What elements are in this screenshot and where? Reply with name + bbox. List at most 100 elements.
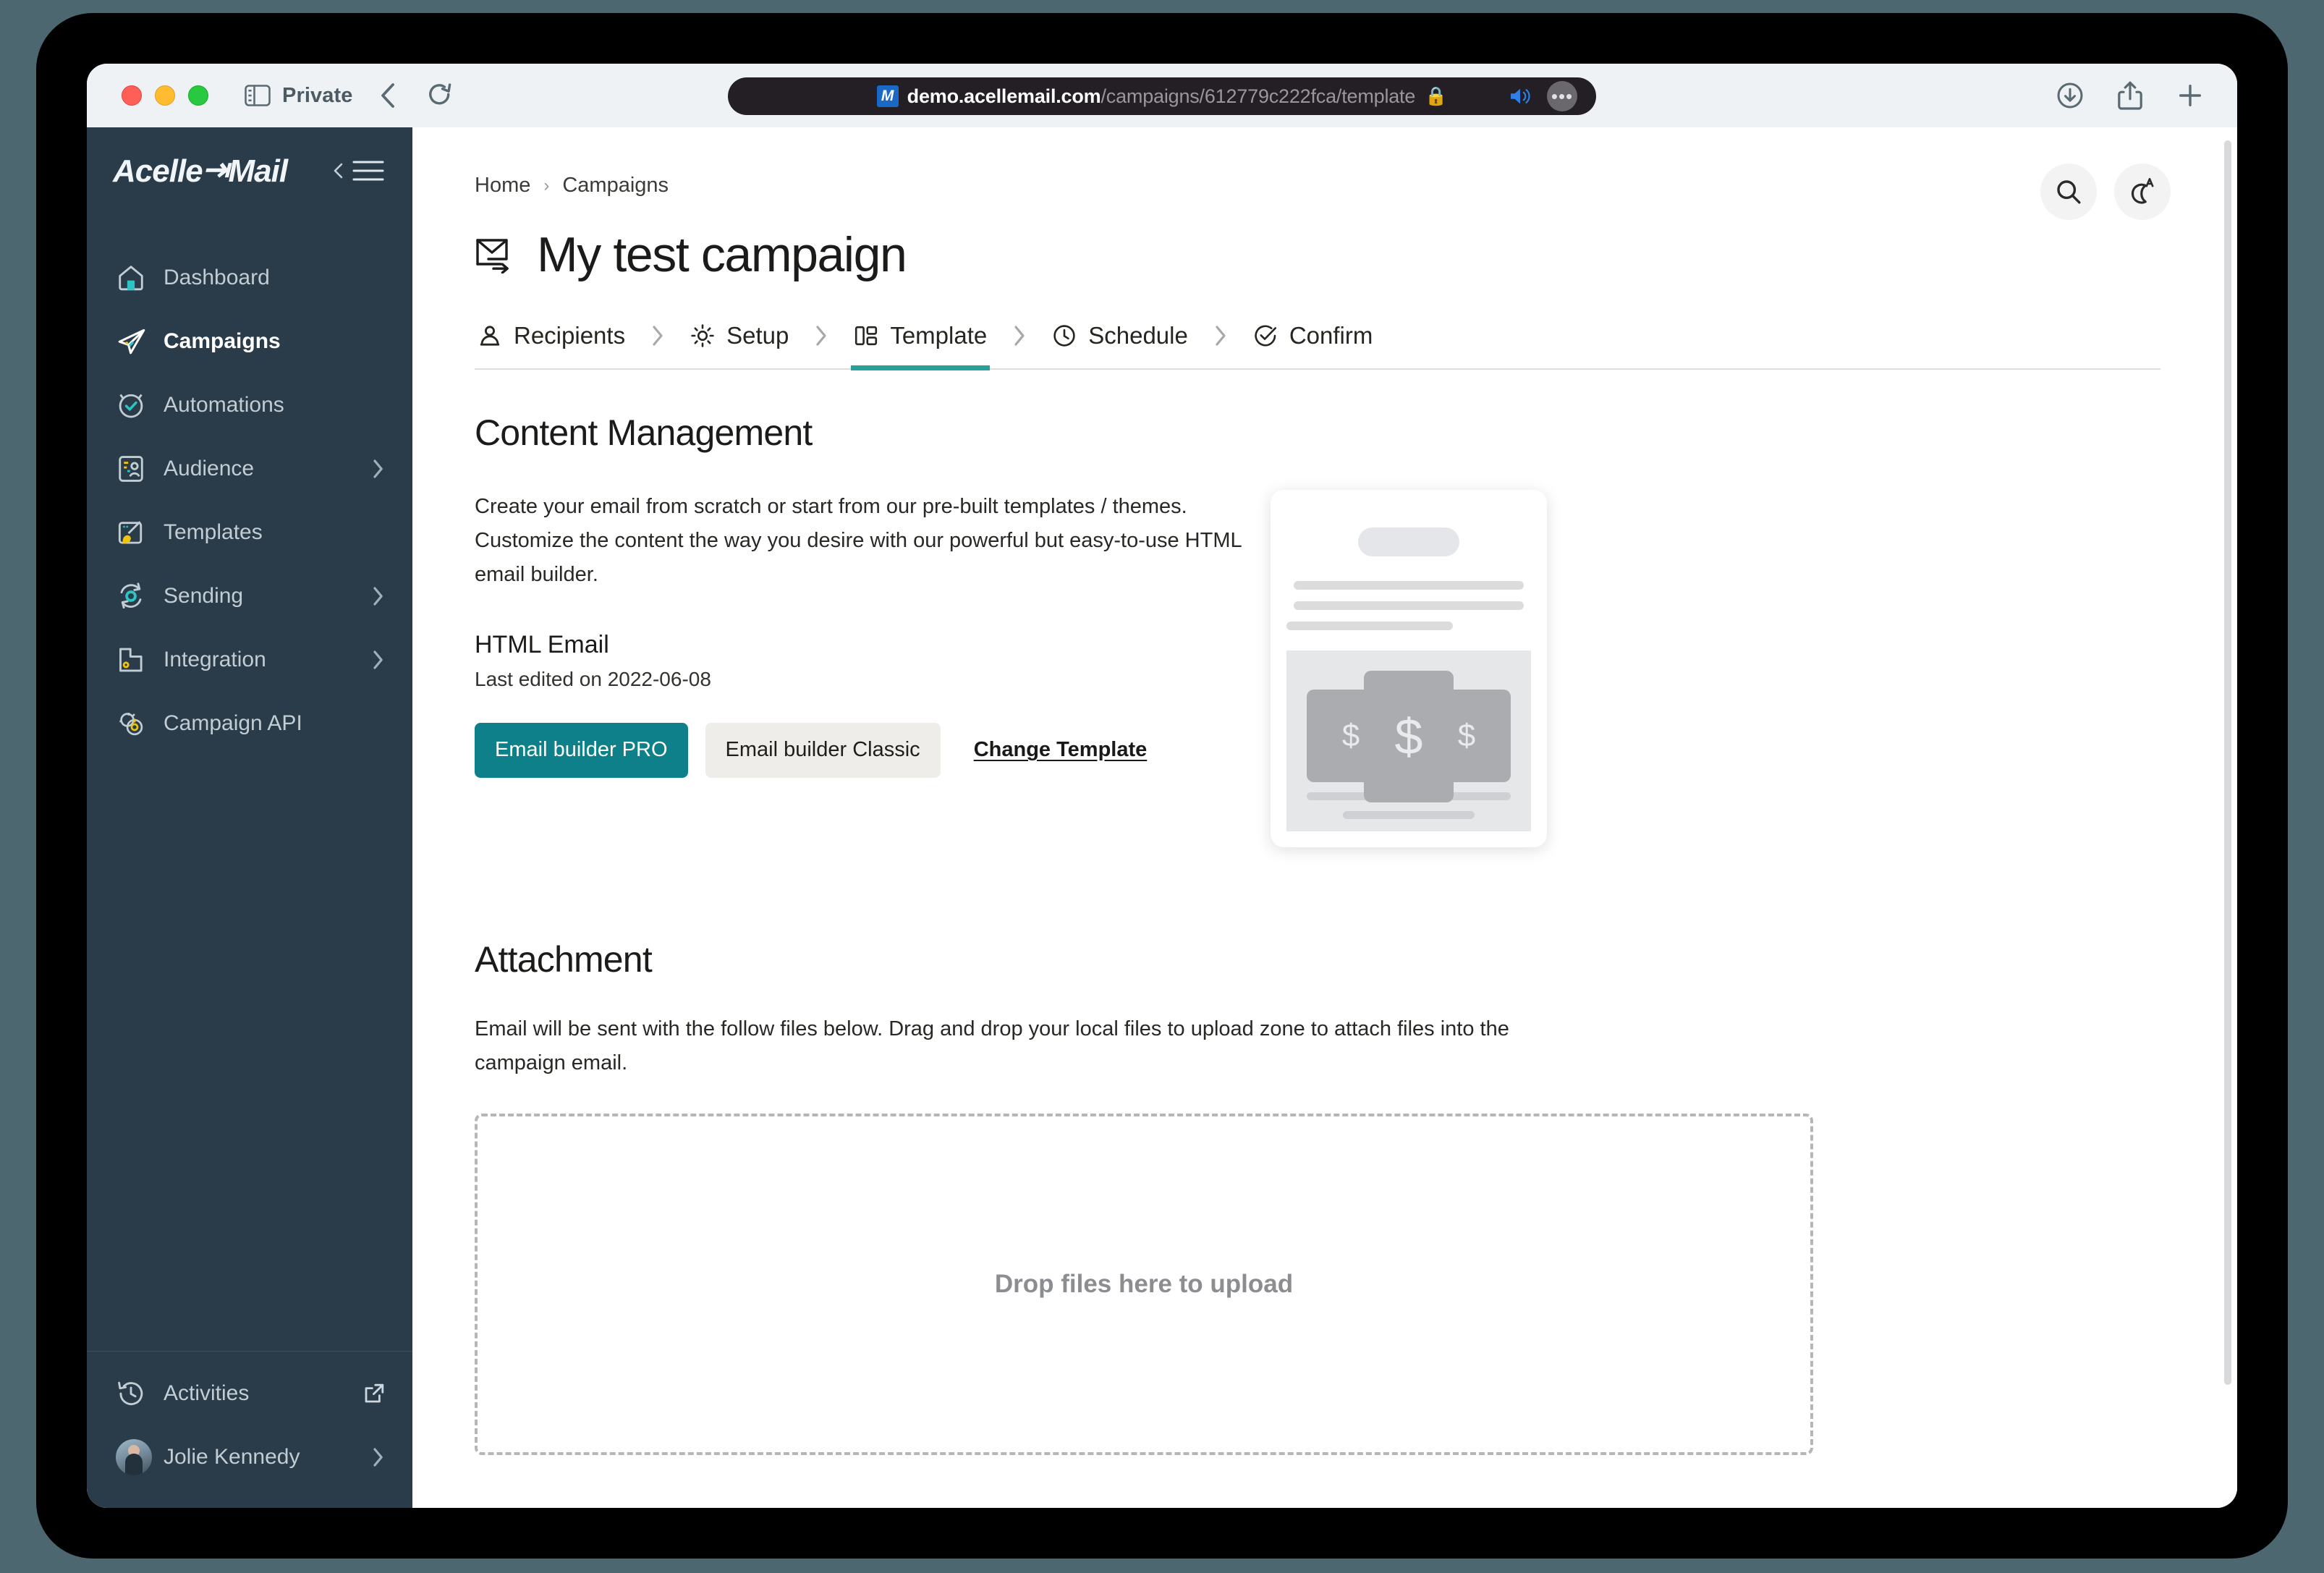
browser-toolbar: Private M demo.acellemail.com/campaigns/…	[87, 64, 2237, 127]
step-label: Template	[890, 322, 988, 349]
template-preview-thumbnail[interactable]: $ $ $	[1271, 490, 1547, 847]
window-controls[interactable]	[122, 85, 208, 106]
preview-bill-center: $	[1364, 671, 1454, 802]
preview-text-line	[1294, 601, 1524, 610]
main-scrollbar[interactable]	[2224, 140, 2231, 1385]
minimize-window-button[interactable]	[155, 85, 175, 106]
sidebar-item-automations[interactable]: Automations	[87, 373, 412, 437]
step-separator	[650, 324, 666, 347]
paper-plane-icon	[116, 326, 153, 357]
email-builder-pro-button[interactable]: Email builder PRO	[475, 722, 688, 778]
sidebar-header: Acelle⇥Mail	[87, 127, 412, 214]
chevron-right-icon	[370, 1446, 385, 1468]
moon-auto-icon[interactable]	[2114, 164, 2171, 220]
lock-icon: 🔒	[1425, 85, 1448, 106]
sidebar-item-campaign-api[interactable]: Campaign API	[87, 692, 412, 755]
change-template-link[interactable]: Change Template	[974, 738, 1148, 762]
step-separator	[813, 324, 829, 347]
sidebar-item-templates[interactable]: Templates	[87, 501, 412, 564]
preview-text-line	[1286, 622, 1453, 630]
attachment-description: Email will be sent with the follow files…	[475, 1017, 1509, 1074]
chevron-right-icon	[370, 458, 385, 480]
home-icon	[116, 263, 153, 293]
sidebar-item-label: Campaign API	[164, 711, 302, 735]
avatar	[116, 1439, 153, 1475]
close-window-button[interactable]	[122, 85, 142, 106]
step-confirm[interactable]: Confirm	[1250, 322, 1376, 368]
collapse-menu-icon[interactable]	[331, 159, 385, 182]
speaker-icon[interactable]	[1509, 87, 1531, 106]
search-icon[interactable]	[2040, 164, 2097, 220]
breadcrumb-item-home[interactable]: Home	[475, 174, 530, 198]
preview-bar	[1343, 811, 1475, 819]
maximize-window-button[interactable]	[188, 85, 208, 106]
sidebar-item-label: Sending	[164, 584, 244, 608]
sidebar-item-label: Integration	[164, 648, 266, 671]
section-title-attachment: Attachment	[475, 939, 653, 980]
clock-icon	[1052, 323, 1077, 348]
device-frame: Private M demo.acellemail.com/campaigns/…	[36, 13, 2288, 1559]
sidebar-item-label: Templates	[164, 520, 263, 544]
step-label: Confirm	[1289, 322, 1373, 349]
more-icon[interactable]: •••	[1547, 81, 1577, 111]
attachment-section: Attachment Email will be sent with the f…	[475, 938, 2237, 1508]
sidebar-item-integration[interactable]: Integration	[87, 628, 412, 692]
plus-icon[interactable]	[2176, 82, 2204, 109]
step-schedule[interactable]: Schedule	[1049, 322, 1191, 368]
page-title-row: My test campaign	[475, 226, 2237, 283]
application-root: Acelle⇥Mail Dashboard Campaigns Automati…	[87, 127, 2237, 1508]
preview-logo-placeholder	[1358, 527, 1459, 556]
dropzone-label: Drop files here to upload	[994, 1269, 1294, 1298]
chevron-right-icon	[370, 585, 385, 607]
sidebar-toggle-icon[interactable]	[245, 84, 271, 107]
check-circle-icon	[1253, 323, 1278, 348]
step-setup[interactable]: Setup	[687, 322, 792, 368]
history-icon	[116, 1378, 153, 1409]
external-link-icon	[363, 1383, 385, 1404]
sync-gear-icon	[116, 581, 153, 611]
step-label: Recipients	[514, 322, 626, 349]
sidebar-item-user-profile[interactable]: Jolie Kennedy	[87, 1425, 412, 1489]
last-edited-label: Last edited on 2022-06-08	[475, 667, 711, 690]
reload-icon[interactable]	[428, 82, 452, 109]
person-icon	[478, 323, 502, 348]
content-management-description: Create your email from scratch or start …	[475, 495, 1242, 586]
sidebar-item-activities[interactable]: Activities	[87, 1362, 412, 1425]
plug-icon	[116, 645, 153, 675]
sidebar-item-label: Activities	[164, 1381, 250, 1405]
preview-text-line	[1294, 581, 1524, 590]
sidebar-item-sending[interactable]: Sending	[87, 564, 412, 628]
preview-hero-block: $ $ $	[1286, 650, 1531, 831]
gear-icon	[690, 323, 715, 348]
app-logo[interactable]: Acelle⇥Mail	[113, 152, 288, 190]
sidebar-item-dashboard[interactable]: Dashboard	[87, 246, 412, 310]
sidebar-item-label: Campaigns	[164, 329, 281, 353]
file-dropzone[interactable]: Drop files here to upload	[475, 1113, 1813, 1455]
header-actions	[2040, 164, 2171, 220]
url-text: demo.acellemail.com/campaigns/612779c222…	[907, 85, 1416, 107]
section-title-content-management: Content Management	[475, 412, 813, 453]
main-content: Home › Campaigns My test campaign Recipi…	[412, 127, 2237, 1508]
address-bar[interactable]: M demo.acellemail.com/campaigns/612779c2…	[728, 77, 1596, 115]
step-label: Setup	[726, 322, 789, 349]
email-type-label: HTML Email	[475, 630, 609, 658]
sidebar-item-campaigns[interactable]: Campaigns	[87, 310, 412, 373]
download-icon[interactable]	[2056, 82, 2084, 109]
breadcrumb-item-campaigns[interactable]: Campaigns	[562, 174, 669, 198]
builder-actions: Email builder PRO Email builder Classic …	[475, 722, 1242, 778]
user-name-label: Jolie Kennedy	[164, 1445, 300, 1469]
step-recipients[interactable]: Recipients	[475, 322, 628, 368]
site-favicon: M	[876, 85, 899, 107]
layout-icon	[854, 323, 878, 348]
back-arrow-icon[interactable]	[378, 82, 397, 109]
sidebar-footer: Activities Jolie Kennedy	[87, 1351, 412, 1508]
sidebar: Acelle⇥Mail Dashboard Campaigns Automati…	[87, 127, 412, 1508]
email-builder-classic-button[interactable]: Email builder Classic	[705, 722, 941, 778]
breadcrumb-separator: ›	[543, 175, 550, 195]
sidebar-item-audience[interactable]: Audience	[87, 437, 412, 501]
sidebar-item-label: Dashboard	[164, 266, 270, 289]
share-icon[interactable]	[2117, 81, 2143, 110]
breadcrumb: Home › Campaigns	[475, 174, 2237, 198]
step-template[interactable]: Template	[851, 322, 991, 370]
content-management-section: Content Management Create your email fro…	[475, 412, 2237, 847]
